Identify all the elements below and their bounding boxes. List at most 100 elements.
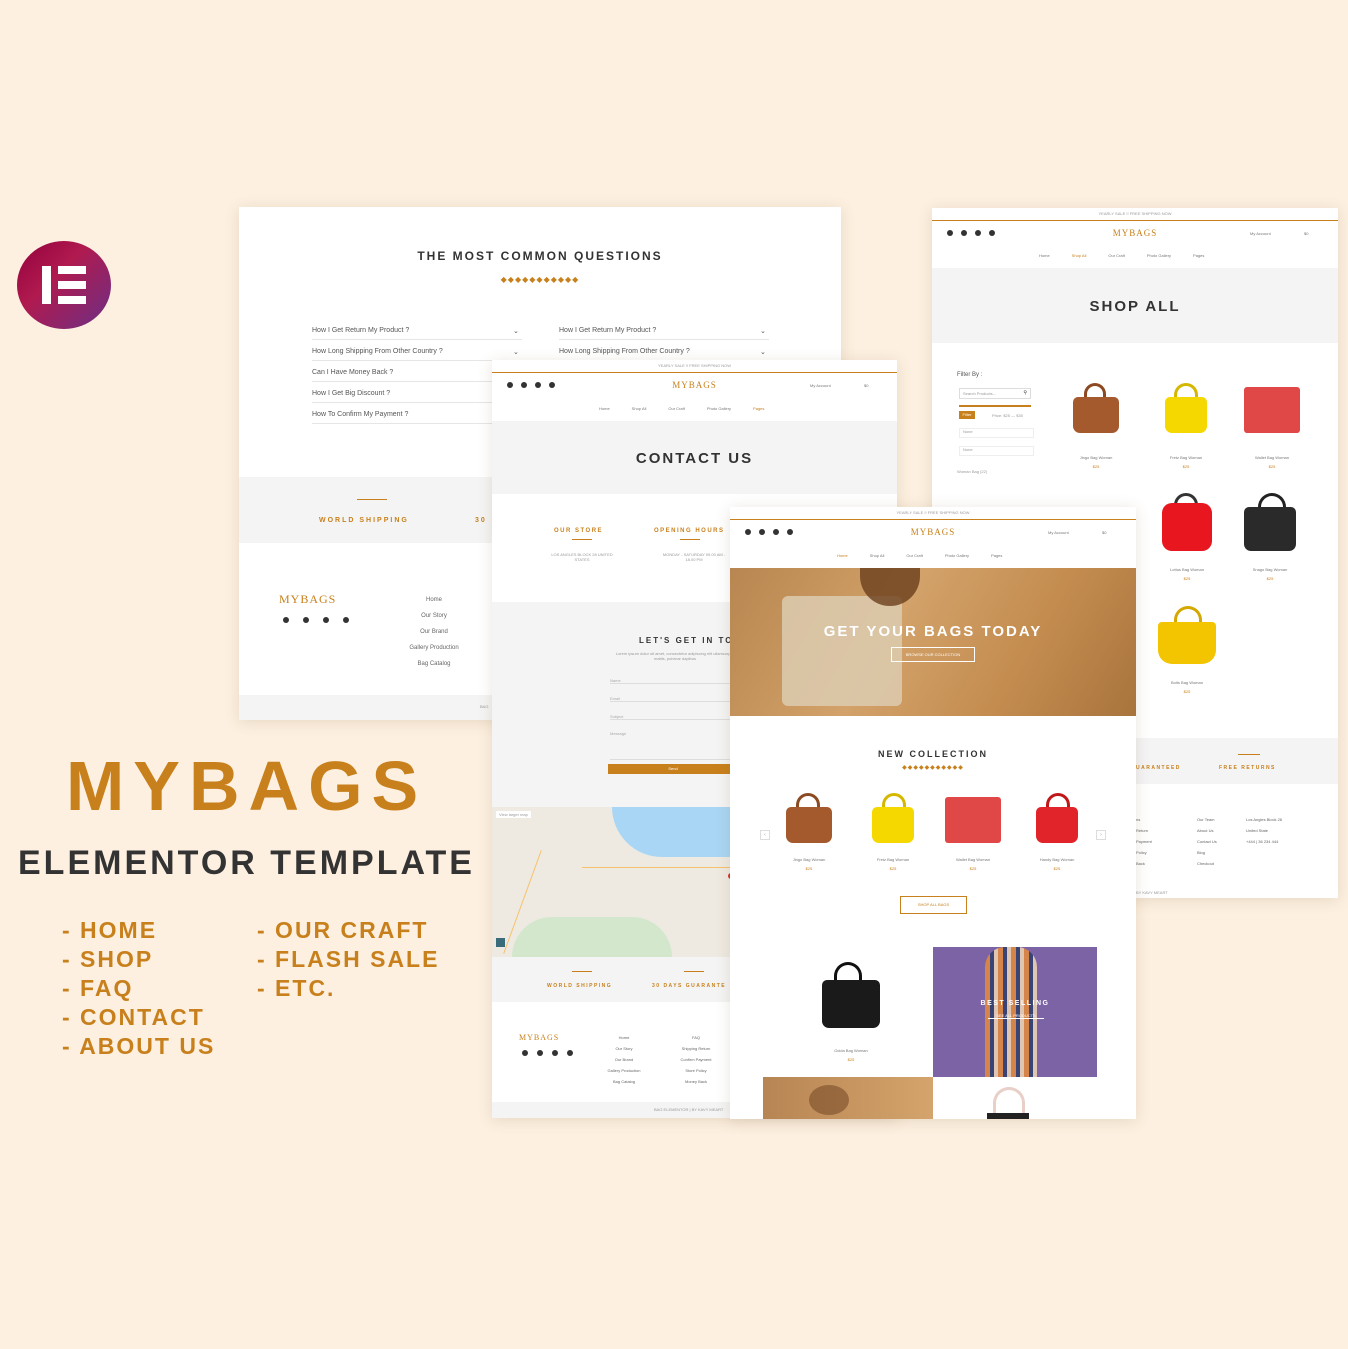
carousel-prev-button[interactable]: ‹ xyxy=(760,830,770,840)
account-link[interactable]: My Account xyxy=(1048,530,1069,535)
nav-our-craft[interactable]: Our Craft xyxy=(1108,253,1124,258)
nav-our-craft[interactable]: Our Craft xyxy=(668,406,684,411)
best-selling-button[interactable]: SEE ALL PRODUCTS xyxy=(988,1013,1044,1019)
search-icon[interactable]: ⚲ xyxy=(1023,390,1027,396)
filter-select[interactable]: None xyxy=(959,428,1034,438)
account-link[interactable]: My Account xyxy=(1250,231,1271,236)
message-field[interactable]: Message xyxy=(610,731,740,760)
product-name[interactable]: Fretz Bag Woman xyxy=(863,857,923,862)
product-name[interactable]: Handy Bag Woman xyxy=(1027,857,1087,862)
twitter-icon[interactable] xyxy=(537,1050,543,1056)
chevron-down-icon[interactable]: ⌄ xyxy=(760,348,766,356)
search-input[interactable]: Search Products... ⚲ xyxy=(959,388,1031,399)
product-name[interactable]: Lottus Bag Woman xyxy=(1157,567,1217,572)
faq-question[interactable]: How Long Shipping From Other Country ? xyxy=(312,348,522,361)
product-name[interactable]: Wallet Bag Woman xyxy=(943,857,1003,862)
faq-question[interactable]: How I Get Return My Product ? xyxy=(312,327,522,340)
footer-link[interactable]: Home xyxy=(598,1032,650,1043)
name-field[interactable]: Name xyxy=(610,678,740,684)
map-zoom-icon[interactable] xyxy=(496,938,505,947)
product-name[interactable]: Snago Bag Woman xyxy=(1240,567,1300,572)
footer-link[interactable]: Home xyxy=(399,592,469,608)
nav-shop-all[interactable]: Shop All xyxy=(1072,253,1087,258)
faq-question[interactable]: Can I Have Money Back ? xyxy=(312,369,492,382)
nav-home[interactable]: Home xyxy=(1039,253,1050,258)
nav-shop-all[interactable]: Shop All xyxy=(870,553,885,558)
carousel-next-button[interactable]: › xyxy=(1096,830,1106,840)
pinterest-icon[interactable] xyxy=(343,617,349,623)
footer-link[interactable]: Payment xyxy=(1136,836,1152,847)
map-label[interactable]: View larger map xyxy=(496,811,531,818)
nav-pages[interactable]: Pages xyxy=(753,406,764,411)
footer-link[interactable]: Our Team xyxy=(1197,814,1217,825)
nav-home[interactable]: Home xyxy=(599,406,610,411)
nav-photo-gallery[interactable]: Photo Gallery xyxy=(1147,253,1171,258)
best-selling-banner[interactable]: BEST SELLING SEE ALL PRODUCTS xyxy=(933,947,1097,1077)
hero-button[interactable]: BROWSE OUR COLLECTION xyxy=(891,647,975,662)
category-link[interactable]: Woman Bag (22) xyxy=(957,469,987,474)
footer-brand[interactable]: MYBAGS xyxy=(519,1033,559,1042)
footer-link[interactable]: Bag Catalog xyxy=(598,1076,650,1087)
footer-link[interactable]: Our Brand xyxy=(399,624,469,640)
facebook-icon[interactable] xyxy=(283,617,289,623)
faq-question[interactable]: How I Get Big Discount ? xyxy=(312,390,492,403)
footer-link[interactable]: Gallery Production xyxy=(399,640,469,656)
footer-link[interactable]: Return xyxy=(1136,825,1152,836)
footer-link[interactable]: Shipping Return xyxy=(670,1043,722,1054)
footer-link[interactable]: FAQ xyxy=(670,1032,722,1043)
product-name[interactable]: Jingo Bag Woman xyxy=(1066,455,1126,460)
faq-question[interactable]: How I Get Return My Product ? xyxy=(559,327,769,340)
filter-select[interactable]: None xyxy=(959,446,1034,456)
nav-pages[interactable]: Pages xyxy=(1193,253,1204,258)
send-button[interactable]: Send xyxy=(608,764,738,774)
footer-brand[interactable]: MYBAGS xyxy=(279,592,336,607)
product-name[interactable]: Ocida Bag Woman xyxy=(821,1048,881,1053)
product-name[interactable]: Jingo Bag Woman xyxy=(779,857,839,862)
chevron-down-icon[interactable]: ⌄ xyxy=(760,327,766,335)
footer-link[interactable]: Our Story xyxy=(598,1043,650,1054)
header-brand[interactable]: MYBAGS xyxy=(730,527,1136,537)
facebook-icon[interactable] xyxy=(522,1050,528,1056)
footer-link[interactable]: Contact Us xyxy=(1197,836,1217,847)
product-name[interactable]: Wallet Bag Woman xyxy=(1242,455,1302,460)
footer-link[interactable]: Store Policy xyxy=(670,1065,722,1076)
cart-button[interactable]: $0 xyxy=(1102,530,1106,535)
footer-link[interactable]: Checkout xyxy=(1197,858,1217,869)
footer-link[interactable]: Money Back xyxy=(670,1076,722,1087)
nav-shop-all[interactable]: Shop All xyxy=(632,406,647,411)
footer-link[interactable]: Blog xyxy=(1197,847,1217,858)
nav-photo-gallery[interactable]: Photo Gallery xyxy=(707,406,731,411)
email-field[interactable]: Email xyxy=(610,696,740,702)
footer-link[interactable]: ns xyxy=(1136,814,1152,825)
footer-link[interactable]: About Us xyxy=(1197,825,1217,836)
header-brand[interactable]: MYBAGS xyxy=(492,380,897,390)
nav-our-craft[interactable]: Our Craft xyxy=(906,553,922,558)
footer-link[interactable]: Policy xyxy=(1136,847,1152,858)
twitter-icon[interactable] xyxy=(303,617,309,623)
shop-all-button[interactable]: SHOP ALL BAGS xyxy=(900,896,967,914)
footer-link[interactable]: Gallery Production xyxy=(598,1065,650,1076)
chevron-down-icon[interactable]: ⌄ xyxy=(513,327,519,335)
nav-home[interactable]: Home xyxy=(837,553,848,558)
footer-link[interactable]: Bag Catalog xyxy=(399,656,469,672)
cart-button[interactable]: $0 xyxy=(1304,231,1308,236)
chevron-down-icon[interactable]: ⌄ xyxy=(513,348,519,356)
account-link[interactable]: My Account xyxy=(810,383,831,388)
pinterest-icon[interactable] xyxy=(567,1050,573,1056)
instagram-icon[interactable] xyxy=(323,617,329,623)
subject-field[interactable]: Subject xyxy=(610,714,740,720)
footer-link[interactable]: Confirm Payment xyxy=(670,1054,722,1065)
footer-link[interactable]: Our Story xyxy=(399,608,469,624)
footer-link[interactable]: Our Brand xyxy=(598,1054,650,1065)
instagram-icon[interactable] xyxy=(552,1050,558,1056)
filter-button[interactable]: Filter xyxy=(959,411,975,419)
product-name[interactable]: Fretz Bag Woman xyxy=(1156,455,1216,460)
nav-pages[interactable]: Pages xyxy=(991,553,1002,558)
header-brand[interactable]: MYBAGS xyxy=(932,228,1338,238)
price-slider[interactable] xyxy=(959,405,1031,407)
cart-button[interactable]: $0 xyxy=(864,383,868,388)
product-name[interactable]: Bolts Bag Woman xyxy=(1157,680,1217,685)
faq-question[interactable]: How To Confirm My Payment ? xyxy=(312,411,492,424)
footer-link[interactable]: Back xyxy=(1136,858,1152,869)
nav-photo-gallery[interactable]: Photo Gallery xyxy=(945,553,969,558)
